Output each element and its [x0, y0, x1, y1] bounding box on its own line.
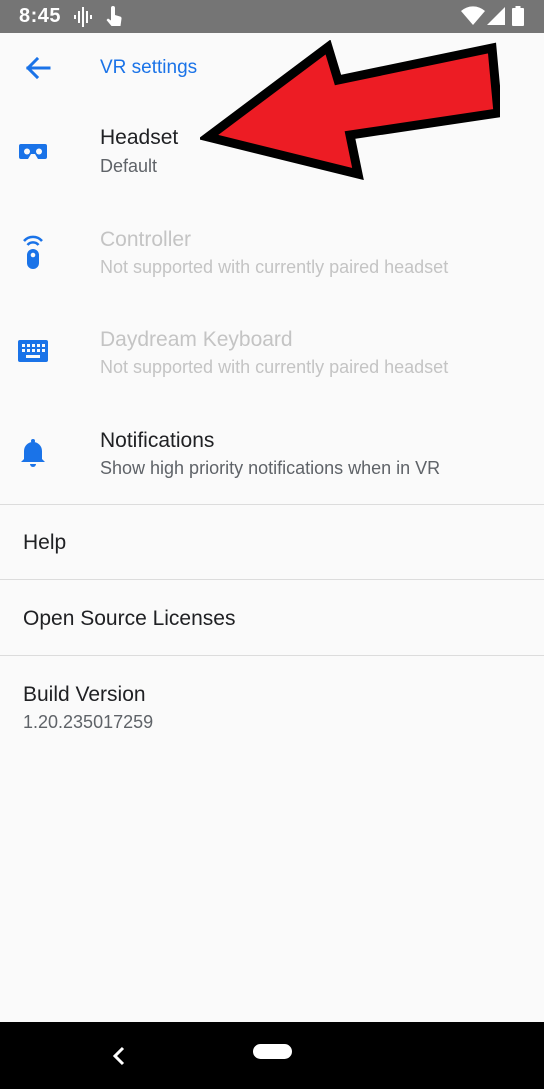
build-version-value: 1.20.235017259: [23, 712, 154, 732]
signal-icon: [487, 7, 505, 25]
keyboard-icon: [18, 340, 48, 362]
arrow-back-icon: [25, 56, 51, 80]
setting-summary: Show high priority notifications when in…: [100, 458, 441, 478]
navigation-bar: [0, 1022, 544, 1089]
build-title: Build Version: [23, 683, 146, 706]
build-version-item[interactable]: Build Version 1.20.235017259: [0, 656, 544, 756]
page-title: VR settings: [100, 57, 198, 78]
setting-daydream-keyboard: Daydream Keyboard Not supported with cur…: [0, 304, 544, 404]
open-source-licenses-item[interactable]: Open Source Licenses: [0, 580, 544, 655]
help-item[interactable]: Help: [0, 505, 544, 579]
setting-summary: Default: [100, 156, 158, 176]
controller-icon: [23, 235, 43, 269]
setting-notifications[interactable]: Notifications Show high priority notific…: [0, 404, 544, 504]
setting-title: Daydream Keyboard: [100, 328, 293, 351]
status-time: 8:45: [19, 5, 62, 27]
setting-title: Notifications: [100, 429, 215, 452]
bell-icon: [21, 439, 45, 467]
red-arrow-annotation: [200, 40, 500, 180]
setting-summary: Not supported with currently paired head…: [100, 357, 449, 377]
status-bar: 8:45: [0, 0, 544, 33]
licenses-title: Open Source Licenses: [23, 607, 236, 630]
touch-icon: [106, 6, 122, 26]
battery-icon: [512, 6, 524, 26]
setting-controller: Controller Not supported with currently …: [0, 203, 544, 304]
back-button[interactable]: [18, 51, 58, 85]
help-title: Help: [23, 531, 67, 554]
nav-back-icon[interactable]: [104, 1042, 134, 1072]
nav-home-pill[interactable]: [253, 1044, 292, 1059]
setting-title: Controller: [100, 228, 192, 251]
setting-title: Headset: [100, 126, 179, 149]
headset-icon: [19, 144, 47, 159]
wifi-icon: [461, 6, 485, 26]
setting-summary: Not supported with currently paired head…: [100, 257, 449, 277]
podcast-icon: [74, 7, 92, 27]
